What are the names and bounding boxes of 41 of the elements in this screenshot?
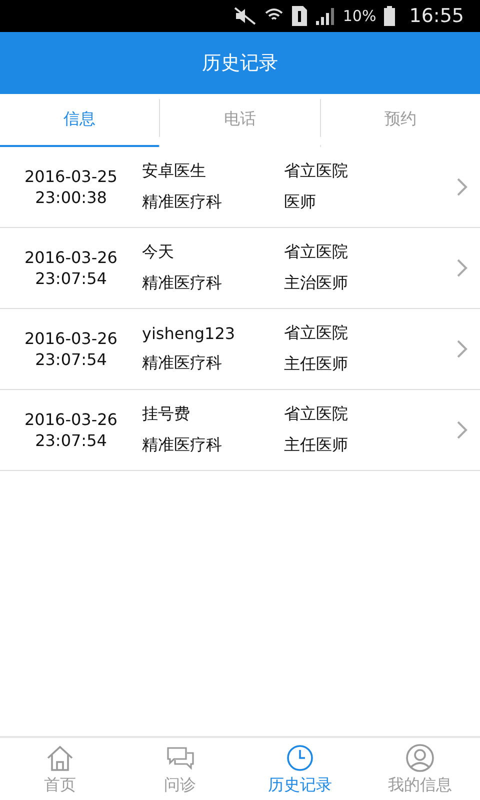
sim-icon (292, 6, 307, 26)
clock-time: 16:55 (409, 5, 464, 27)
record-date: 2016-03-26 (24, 409, 118, 430)
department: 精准医疗科 (142, 192, 223, 213)
mute-icon (234, 7, 256, 25)
chevron-right-icon (456, 177, 468, 197)
signal-icon (314, 7, 335, 25)
person-icon (405, 742, 435, 772)
doctor-title: 主任医师 (284, 354, 349, 375)
department: 精准医疗科 (142, 435, 223, 456)
record-time: 23:00:38 (35, 187, 107, 208)
record-time: 23:07:54 (35, 268, 107, 289)
doctor-name: yisheng123 (142, 324, 236, 343)
record-date: 2016-03-26 (24, 328, 118, 349)
record-row[interactable]: 2016-03-25 23:00:38 安卓医生 精准医疗科 省立医院 医师 (0, 147, 480, 228)
battery-percent: 10% (342, 7, 376, 25)
doctor-name: 今天 (142, 242, 175, 263)
hospital-name: 省立医院 (284, 161, 349, 182)
record-row[interactable]: 2016-03-26 23:07:54 今天 精准医疗科 省立医院 主治医师 (0, 228, 480, 309)
record-time: 23:07:54 (35, 430, 107, 451)
chevron-right-icon (456, 339, 468, 359)
page-title: 历史记录 (202, 51, 278, 76)
hospital-name: 省立医院 (284, 323, 349, 344)
doctor-name: 挂号费 (142, 404, 191, 425)
chevron-right-icon (456, 420, 468, 440)
clock-icon (285, 742, 315, 772)
record-time: 23:07:54 (35, 349, 107, 370)
doctor-title: 主治医师 (284, 273, 349, 294)
doctor-title: 医师 (284, 192, 317, 213)
doctor-title: 主任医师 (284, 435, 349, 456)
department: 精准医疗科 (142, 273, 223, 294)
record-date: 2016-03-26 (24, 247, 118, 268)
record-row[interactable]: 2016-03-26 23:07:54 yisheng123 精准医疗科 省立医院 主任医师 (0, 309, 480, 390)
record-row[interactable]: 2016-03-26 23:07:54 挂号费 精准医疗科 省立医院 主任医师 (0, 390, 480, 471)
battery-icon (384, 6, 396, 26)
hospital-name: 省立医院 (284, 242, 349, 263)
department: 精准医疗科 (142, 353, 223, 374)
chevron-right-icon (456, 258, 468, 278)
record-date: 2016-03-25 (24, 166, 118, 187)
hospital-name: 省立医院 (284, 404, 349, 425)
doctor-name: 安卓医生 (142, 161, 207, 182)
